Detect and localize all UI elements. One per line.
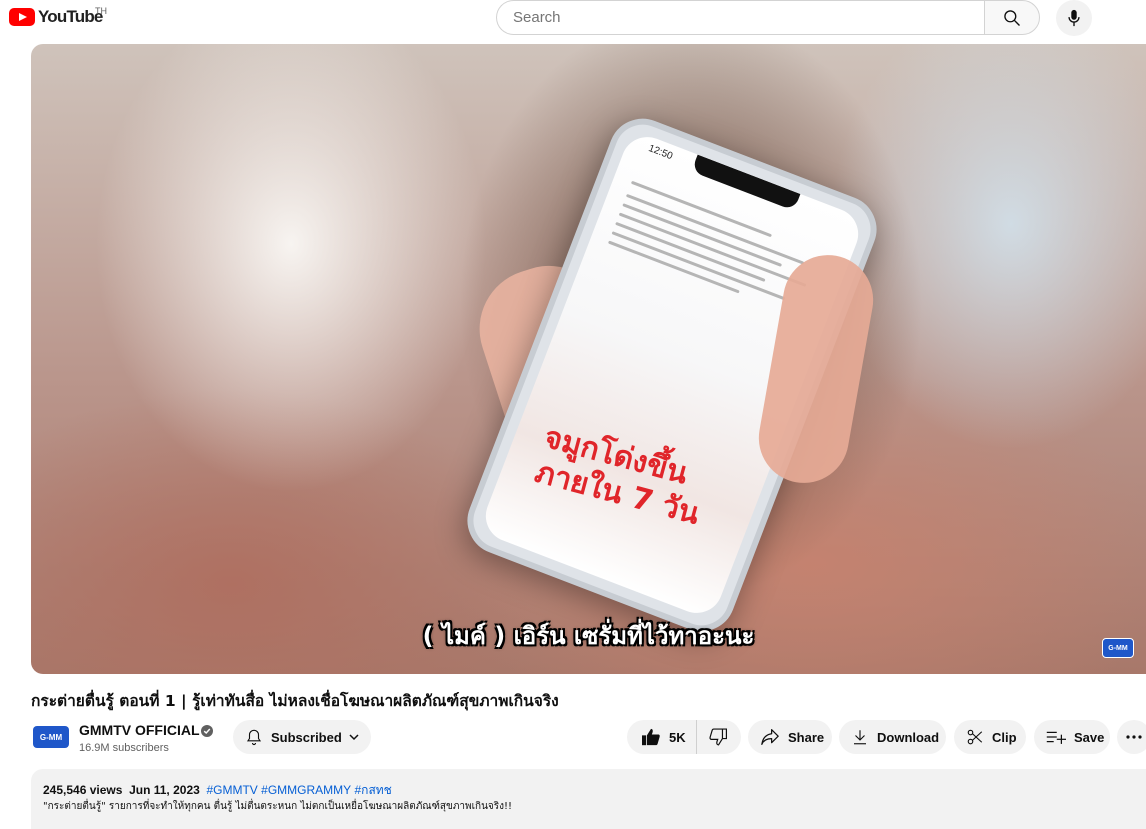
clip-button[interactable]: Clip — [954, 720, 1026, 754]
hashtag-link[interactable]: #GMMGRAMMY — [261, 783, 351, 797]
phone-notch — [691, 154, 801, 211]
top-bar: YouTube TH — [0, 0, 1146, 38]
microphone-icon — [1068, 9, 1080, 27]
share-icon — [761, 729, 779, 745]
view-count: 245,546 views — [43, 783, 123, 797]
logo-text: YouTube — [38, 7, 103, 26]
phone-text-line — [618, 212, 807, 287]
download-icon — [854, 730, 866, 745]
more-actions-button[interactable] — [1117, 720, 1146, 754]
search-box[interactable] — [496, 0, 984, 35]
subscriber-count: 16.9M subscribers — [79, 742, 169, 754]
verified-badge-icon — [201, 725, 213, 737]
save-label: Save — [1074, 729, 1105, 745]
thumbs-down-icon — [709, 728, 727, 746]
save-button[interactable]: Save — [1034, 720, 1110, 754]
search-button[interactable] — [984, 0, 1040, 35]
hashtag-link[interactable]: #GMMTV — [206, 783, 257, 797]
like-dislike-group: 5K — [627, 720, 741, 754]
phone-promo-text: จมูกโด่งขึ้น ภายใน 7 วัน — [531, 420, 743, 541]
download-button[interactable]: Download — [839, 720, 946, 754]
description-text: "กระต่ายตื่นรู้" รายการที่จะทำให้ทุกคน ต… — [43, 801, 513, 812]
scissors-icon — [967, 729, 983, 745]
video-title: กระต่ายตื่นรู้ ตอนที่ 1 | รู้เท่าทันสื่อ… — [31, 692, 559, 710]
channel-watermark[interactable]: G-MM — [1102, 638, 1134, 658]
description-box[interactable]: 245,546 views Jun 11, 2023 #GMMTV #GMMGR… — [31, 769, 1146, 829]
hashtag-link[interactable]: #กสทช — [355, 783, 392, 797]
subscribed-button[interactable]: Subscribed — [233, 720, 371, 754]
description-meta: 245,546 views Jun 11, 2023 #GMMTV #GMMGR… — [43, 781, 392, 800]
upload-date: Jun 11, 2023 — [129, 783, 200, 797]
voice-search-button[interactable] — [1056, 0, 1092, 36]
share-button[interactable]: Share — [748, 720, 832, 754]
channel-avatar[interactable]: G-MM — [33, 726, 69, 748]
like-count: 5K — [669, 729, 686, 745]
clip-label: Clip — [992, 729, 1017, 745]
thumbs-up-icon — [642, 728, 660, 746]
search-input[interactable] — [511, 8, 984, 27]
add-to-playlist-icon — [1046, 731, 1066, 744]
share-label: Share — [788, 729, 825, 745]
phone-clock: 12:50 — [646, 142, 675, 163]
download-label: Download — [877, 729, 940, 745]
channel-name[interactable]: GMMTV OFFICIAL — [79, 722, 200, 738]
country-code: TH — [95, 6, 107, 16]
subscribed-label: Subscribed — [271, 729, 342, 745]
search-icon — [1004, 9, 1020, 26]
video-player[interactable]: 12:50 จมูกโด่งขึ้น ภายใน 7 วัน ( ไมค์ ) … — [31, 44, 1146, 674]
youtube-play-icon — [9, 8, 35, 26]
phone-text-line — [607, 240, 740, 294]
like-button[interactable]: 5K — [627, 720, 697, 754]
dislike-button[interactable] — [697, 720, 740, 754]
more-horizontal-icon — [1126, 735, 1142, 739]
youtube-logo[interactable]: YouTube — [9, 6, 103, 28]
video-subtitle: ( ไมค์ ) เอิร์น เซรั่มที่ไว้ทาอะนะ — [422, 622, 755, 650]
bell-icon — [246, 729, 262, 745]
chevron-down-icon — [349, 734, 359, 741]
